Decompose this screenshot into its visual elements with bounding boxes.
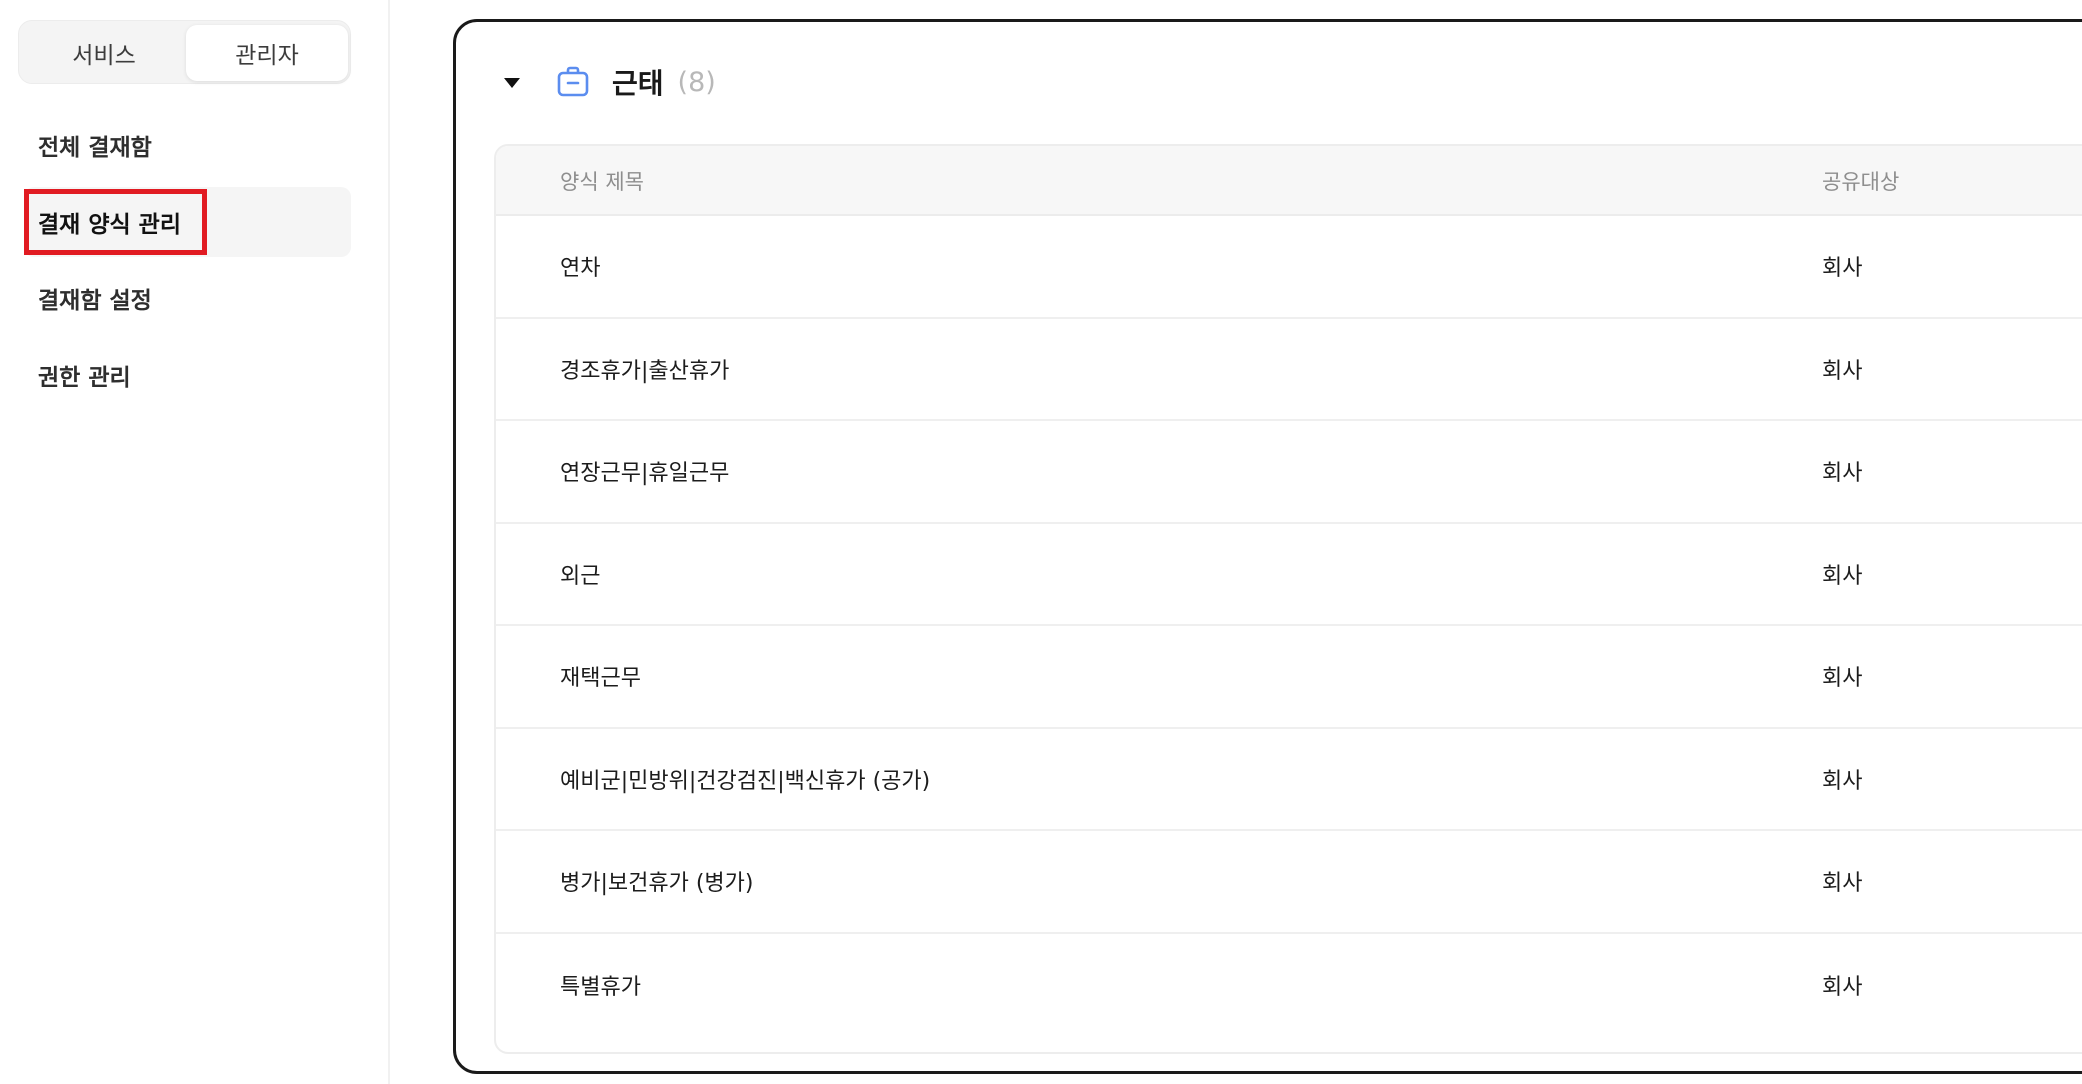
table-row[interactable]: 연차 회사 — [496, 216, 2082, 319]
form-title-cell[interactable]: 외근 — [560, 524, 600, 625]
form-title-cell[interactable]: 병가|보건휴가 (병가) — [560, 831, 754, 932]
share-target-cell: 회사 — [1822, 666, 1863, 692]
sidebar-item-all-approvals[interactable]: 전체 결재함 — [24, 110, 351, 180]
share-target-cell: 회사 — [1822, 768, 1863, 794]
share-target-cell: 회사 — [1822, 461, 1863, 487]
service-mode-tab[interactable]: 서비스 — [23, 25, 185, 81]
table-row[interactable]: 경조휴가|출산휴가 회사 — [496, 319, 2082, 421]
table-header: 양식 제목 공유대상 — [496, 146, 2082, 216]
form-table: 양식 제목 공유대상 연차 회사 경조휴가|출산휴가 회사 연장근무|휴일근무 … — [494, 144, 2082, 1054]
group-title: 근태 — [612, 67, 664, 100]
table-row[interactable]: 외근 회사 — [496, 524, 2082, 626]
sidebar-item-form-management[interactable]: 결재 양식 관리 — [24, 187, 351, 257]
table-row[interactable]: 연장근무|휴일근무 회사 — [496, 421, 2082, 524]
share-target-cell: 회사 — [1822, 871, 1863, 897]
table-row[interactable]: 재택근무 회사 — [496, 626, 2082, 729]
form-group-card: 근태 (8) 양식 제목 공유대상 연차 회사 경조휴가|출산휴가 회사 연장근… — [453, 19, 2082, 1074]
share-target-cell: 회사 — [1822, 358, 1863, 384]
form-title-cell[interactable]: 예비군|민방위|건강검진|백신휴가 (공가) — [560, 729, 930, 830]
table-row[interactable]: 특별휴가 회사 — [496, 934, 2082, 1037]
briefcase-icon — [557, 66, 589, 97]
admin-mode-tab[interactable]: 관리자 — [186, 25, 348, 81]
sidebar-item-box-settings[interactable]: 결재함 설정 — [24, 263, 351, 333]
share-target-cell: 회사 — [1822, 256, 1863, 282]
column-header-share: 공유대상 — [1822, 170, 1900, 194]
column-header-title: 양식 제목 — [560, 170, 644, 194]
sidebar-item-permissions[interactable]: 권한 관리 — [24, 340, 351, 410]
form-title-cell[interactable]: 특별휴가 — [560, 934, 641, 1037]
share-target-cell: 회사 — [1822, 974, 1863, 1000]
form-title-cell[interactable]: 경조휴가|출산휴가 — [560, 319, 729, 420]
form-title-cell[interactable]: 연장근무|휴일근무 — [560, 421, 729, 522]
table-row[interactable]: 예비군|민방위|건강검진|백신휴가 (공가) 회사 — [496, 729, 2082, 831]
mode-toggle: 서비스 관리자 — [18, 20, 351, 84]
share-target-cell: 회사 — [1822, 563, 1863, 589]
form-title-cell[interactable]: 재택근무 — [560, 626, 641, 727]
group-count: (8) — [677, 66, 716, 98]
group-header: 근태 (8) — [504, 60, 716, 104]
sidebar: 서비스 관리자 전체 결재함 결재 양식 관리 결재함 설정 권한 관리 — [0, 0, 390, 1084]
collapse-caret-icon[interactable] — [504, 78, 520, 88]
table-row[interactable]: 병가|보건휴가 (병가) 회사 — [496, 831, 2082, 934]
form-title-cell[interactable]: 연차 — [560, 216, 600, 317]
